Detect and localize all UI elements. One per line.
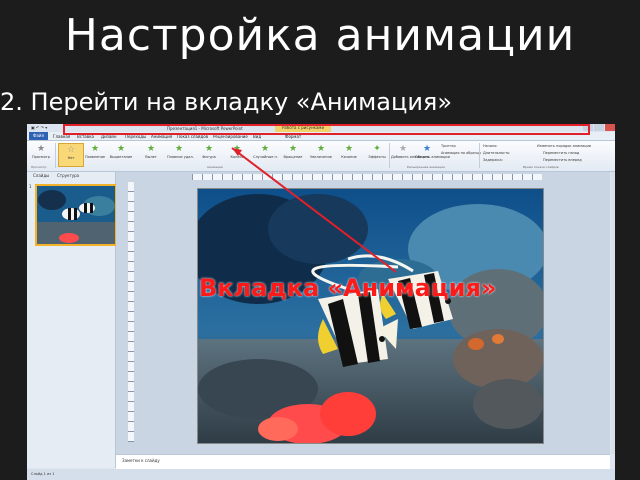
- title-bar-highlight: [63, 124, 590, 135]
- highlight-overlay: [63, 124, 590, 273]
- pointer-arrow-line: [231, 147, 397, 273]
- callout-label: Вкладка «Анимация»: [199, 274, 497, 302]
